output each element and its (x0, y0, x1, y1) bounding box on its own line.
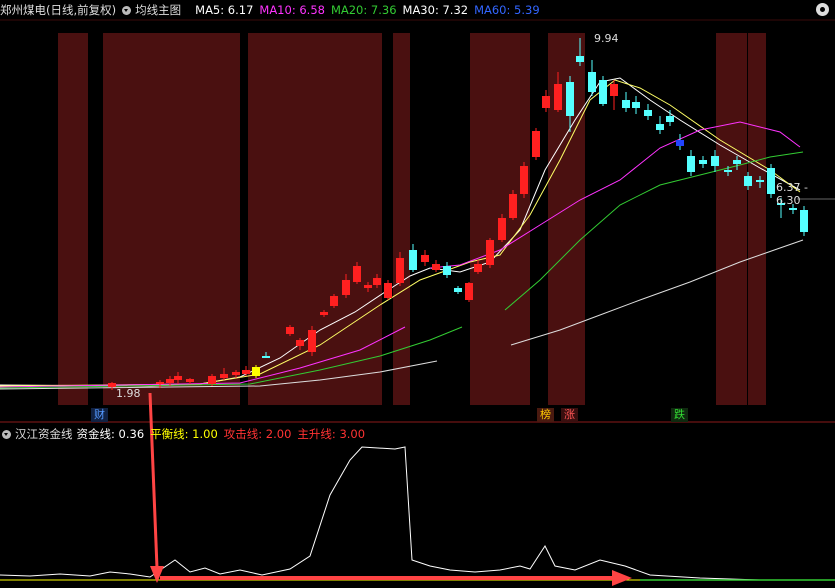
candle-body (789, 208, 797, 210)
sub-panel-header: 汉江资金线 资金线: 0.36 平衡线: 1.00 攻击线: 2.00 主升线:… (0, 424, 371, 444)
candle-body (554, 84, 562, 110)
candle-body (656, 124, 664, 130)
attack-line-label: 攻击线: 2.00 (223, 427, 292, 441)
candle-body (744, 176, 752, 186)
candle-body (432, 264, 440, 270)
candle-body (156, 382, 164, 384)
sub-panel-title[interactable]: 汉江资金线 (15, 424, 73, 444)
candle-body (498, 218, 506, 240)
candle-body (509, 194, 517, 218)
candle-body (486, 240, 494, 265)
candle-body (599, 80, 607, 104)
candle-body (724, 170, 732, 172)
candle-body (353, 266, 361, 282)
candle-body (286, 327, 294, 334)
fund-line-label: 资金线: 0.36 (76, 427, 145, 441)
candle-body (687, 156, 695, 172)
candle-body (644, 110, 652, 116)
candle-body (454, 288, 462, 292)
candle-body (632, 102, 640, 108)
candle-body (733, 160, 741, 164)
fund-line (0, 446, 835, 581)
candle-body (232, 372, 240, 375)
event-badge-bang[interactable]: 榜 (537, 408, 554, 422)
candle-body (474, 264, 482, 272)
candle-body (364, 285, 372, 288)
candle-body (767, 168, 775, 194)
candle-body (756, 180, 764, 182)
highlight-zone (716, 33, 747, 405)
candle-body (220, 374, 228, 378)
highlight-zone (58, 33, 88, 405)
candle-body (622, 100, 630, 108)
candle-body (296, 340, 304, 346)
event-badge-die[interactable]: 跌 (671, 408, 688, 422)
candle-body (373, 278, 381, 285)
last-price-label: 6.37 - 6.30 (776, 181, 808, 207)
candle-body (576, 56, 584, 62)
candle-body (532, 131, 540, 157)
event-badge-zhang[interactable]: 涨 (561, 408, 578, 422)
dropdown-icon[interactable] (2, 429, 11, 439)
candle-body (465, 283, 473, 300)
candle-body (342, 280, 350, 295)
candle-body (566, 82, 574, 116)
event-badge-cai[interactable]: 财 (91, 408, 108, 422)
low-price-label: 1.98 (116, 387, 141, 400)
candle-body (186, 379, 194, 382)
candle-body (666, 116, 674, 122)
candle-body (711, 156, 719, 166)
candle-body (542, 96, 550, 108)
candle-body (409, 250, 417, 270)
candle-body (166, 379, 174, 383)
main-rise-line-label: 主升线: 3.00 (297, 427, 366, 441)
balance-line-label: 平衡线: 1.00 (150, 427, 218, 441)
candle-body (588, 72, 596, 92)
price-chart[interactable] (0, 0, 835, 588)
candle-body (699, 160, 707, 164)
candle-body (396, 258, 404, 283)
high-price-label: 9.94 (594, 32, 619, 45)
candle-body (520, 166, 528, 194)
candle-body (108, 383, 116, 387)
annotation-arrow (148, 392, 159, 569)
annotation-arrow-head (612, 570, 632, 586)
candle-body (330, 296, 338, 306)
candle-body (610, 84, 618, 96)
candle-body (800, 210, 808, 232)
highlight-zone (748, 33, 766, 405)
candle-body (421, 255, 429, 262)
candle-body (252, 367, 260, 376)
candle-body (676, 140, 684, 146)
candle-body (174, 376, 182, 380)
highlight-zone (103, 33, 240, 405)
candle-body (320, 312, 328, 315)
candle-body (308, 330, 316, 352)
candle-body (208, 376, 216, 384)
candle-body (384, 283, 392, 298)
candle-body (242, 370, 250, 374)
candle-body (443, 266, 451, 275)
candle-body (262, 356, 270, 358)
